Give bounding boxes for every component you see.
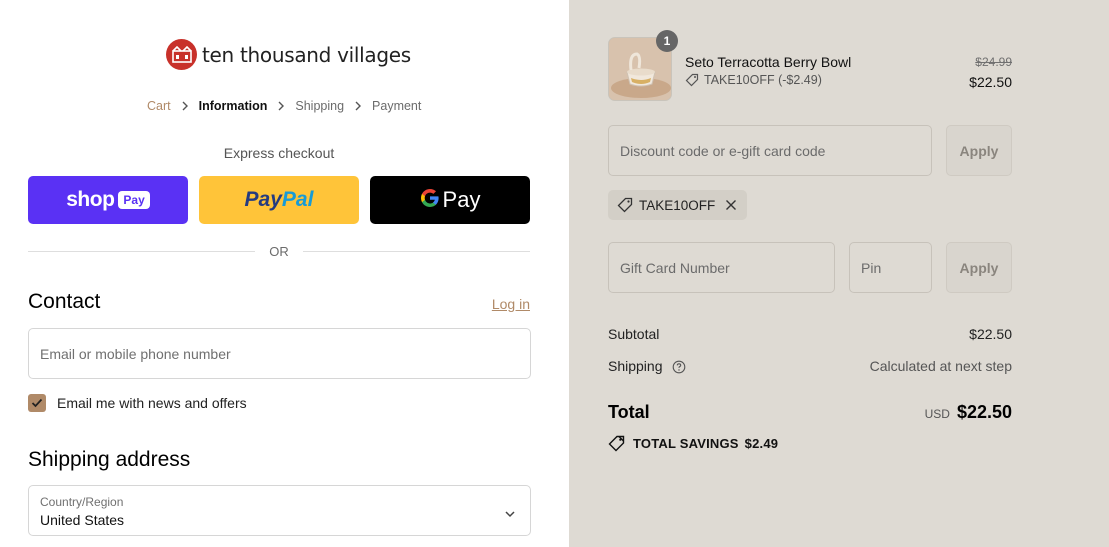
- chevron-right-icon: [277, 101, 285, 111]
- brand-logo[interactable]: ten thousand villages: [166, 39, 411, 70]
- or-divider: OR: [28, 244, 530, 259]
- google-pay-button[interactable]: Pay: [370, 176, 530, 224]
- contact-heading: Contact: [28, 290, 101, 313]
- google-g-icon: [420, 188, 440, 213]
- quantity-badge: 1: [656, 30, 678, 52]
- product-name: Seto Terracotta Berry Bowl: [685, 54, 852, 70]
- total-label: Total: [608, 402, 650, 422]
- country-select[interactable]: Country/Region United States: [28, 485, 531, 536]
- shipping-row: Shipping Calculated at next step: [608, 358, 1012, 374]
- discount-code-input[interactable]: [609, 126, 931, 175]
- gift-card-input[interactable]: [609, 243, 834, 292]
- gift-card-field[interactable]: [608, 242, 835, 293]
- breadcrumb-shipping: Shipping: [295, 99, 345, 113]
- apply-discount-button[interactable]: Apply: [946, 125, 1012, 176]
- google-pay-wordmark: Pay: [442, 187, 481, 212]
- checkout-main-panel: ten thousand villages Cart Information S…: [0, 0, 569, 547]
- total-savings-label: TOTAL SAVINGS: [633, 436, 739, 451]
- shop-pay-wordmark: shop: [66, 188, 115, 211]
- subtotal-row: Subtotal $22.50: [608, 326, 1012, 342]
- tag-icon: [608, 435, 625, 452]
- newsletter-checkbox[interactable]: [28, 394, 46, 412]
- divider-line: [28, 251, 256, 252]
- shipping-label: Shipping: [608, 358, 663, 374]
- paypal-button[interactable]: PayPal: [199, 176, 359, 224]
- close-icon[interactable]: [725, 199, 737, 211]
- total-savings: TOTAL SAVINGS $2.49: [608, 435, 778, 452]
- shipping-address-heading: Shipping address: [28, 448, 191, 471]
- shop-pay-badge: Pay: [118, 191, 150, 209]
- breadcrumb-payment: Payment: [372, 99, 422, 113]
- total-row: Total USD $22.50: [608, 402, 1012, 423]
- brand-logo-mark: [166, 39, 197, 70]
- breadcrumb-information: Information: [198, 99, 268, 113]
- shipping-value: Calculated at next step: [869, 358, 1012, 375]
- applied-discount-code: TAKE10OFF: [639, 197, 716, 213]
- product-price: $22.50: [969, 74, 1012, 90]
- help-circle-icon[interactable]: [672, 360, 686, 374]
- paypal-wordmark: PayPal: [244, 188, 314, 211]
- chevron-down-icon: [504, 505, 516, 523]
- pin-input[interactable]: [850, 243, 931, 292]
- original-price: $24.99: [975, 55, 1012, 69]
- newsletter-option[interactable]: Email me with news and offers: [28, 394, 247, 412]
- country-label: Country/Region: [40, 495, 124, 509]
- email-field[interactable]: [28, 328, 531, 379]
- tag-icon: [685, 73, 699, 87]
- email-input[interactable]: [29, 329, 530, 378]
- subtotal-value: $22.50: [969, 326, 1012, 342]
- chevron-right-icon: [354, 101, 362, 111]
- express-checkout-title: Express checkout: [223, 145, 335, 161]
- product-discount: TAKE10OFF (-$2.49): [685, 73, 822, 87]
- newsletter-label: Email me with news and offers: [57, 395, 247, 411]
- total-amount-group: USD $22.50: [925, 402, 1012, 423]
- currency-code: USD: [924, 407, 950, 421]
- apply-gift-card-button[interactable]: Apply: [946, 242, 1012, 293]
- divider-line: [302, 251, 530, 252]
- subtotal-label: Subtotal: [608, 326, 660, 342]
- shipping-label-group: Shipping: [608, 358, 686, 374]
- breadcrumb-cart[interactable]: Cart: [147, 99, 171, 113]
- login-link[interactable]: Log in: [492, 296, 530, 312]
- total-value: $22.50: [956, 402, 1012, 422]
- product-discount-label: TAKE10OFF (-$2.49): [704, 73, 822, 87]
- tag-icon: [617, 197, 633, 213]
- brand-name: ten thousand villages: [202, 42, 411, 67]
- pin-field[interactable]: [849, 242, 932, 293]
- total-savings-value: $2.49: [744, 436, 779, 451]
- country-value: United States: [40, 512, 125, 528]
- chevron-right-icon: [181, 101, 189, 111]
- applied-discount-chip: TAKE10OFF: [608, 190, 748, 220]
- shop-pay-button[interactable]: shop Pay: [28, 176, 188, 224]
- checkmark-icon: [31, 398, 43, 408]
- or-label: OR: [269, 244, 289, 259]
- discount-code-field[interactable]: [608, 125, 932, 176]
- breadcrumb: Cart Information Shipping Payment: [147, 99, 421, 113]
